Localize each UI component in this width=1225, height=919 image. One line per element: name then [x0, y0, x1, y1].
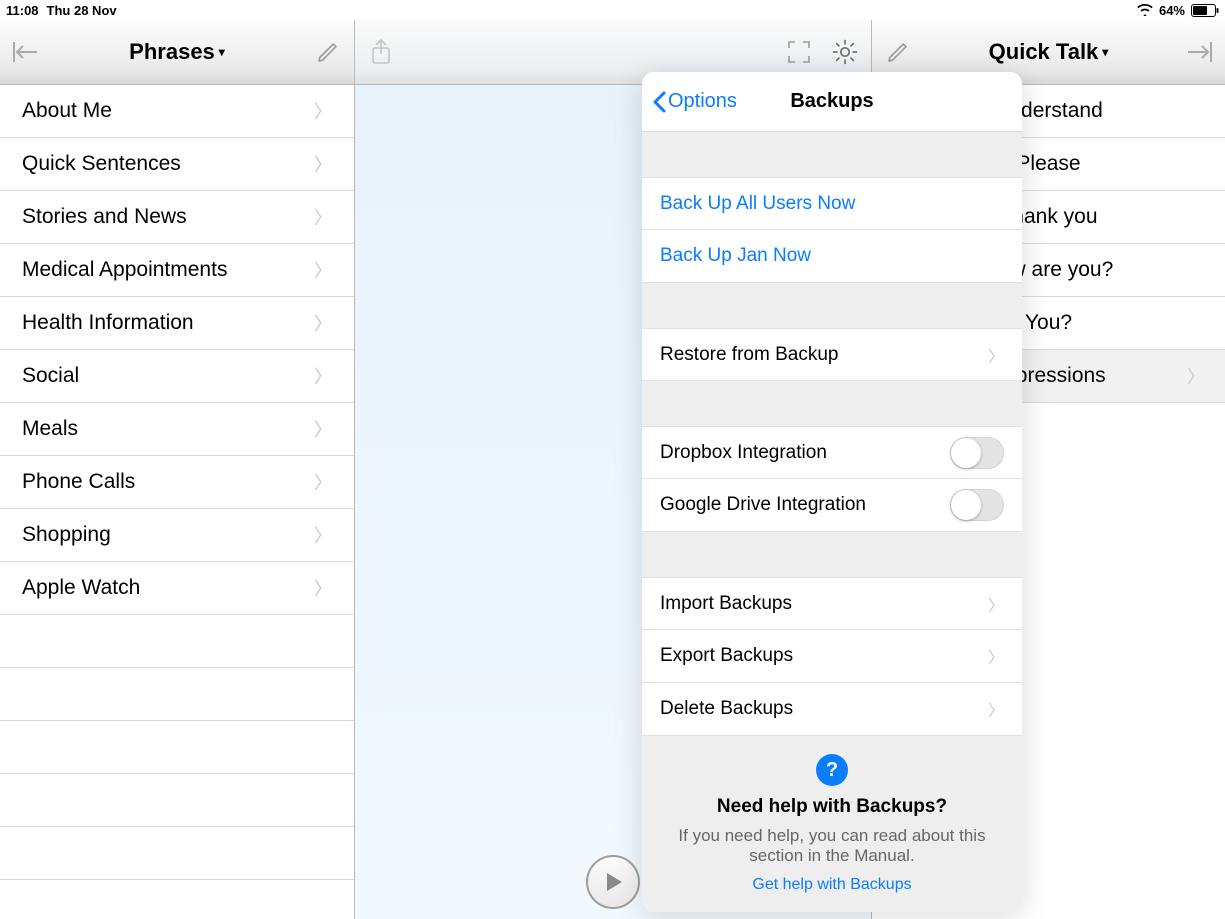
chevron-right-icon: 〉 [314, 204, 332, 230]
list-item-empty [0, 721, 354, 774]
popover-title: Backups [790, 90, 873, 113]
help-title: Need help with Backups? [662, 796, 1002, 818]
backups-popover: Options Backups Back Up All Users Now Ba… [642, 72, 1022, 912]
list-item-label: Apple Watch [22, 576, 140, 600]
chevron-right-icon: 〉 [314, 575, 332, 601]
list-item[interactable]: Shopping 〉 [0, 509, 354, 562]
chevron-right-icon: 〉 [314, 257, 332, 283]
import-backups-button[interactable]: Import Backups 〉 [642, 577, 1022, 630]
list-item[interactable]: Apple Watch 〉 [0, 562, 354, 615]
list-item[interactable]: Quick Sentences 〉 [0, 138, 354, 191]
status-date: Thu 28 Nov [47, 3, 117, 18]
list-item[interactable]: Meals 〉 [0, 403, 354, 456]
right-title-label: Quick Talk [989, 39, 1099, 65]
dropbox-toggle[interactable] [950, 437, 1004, 469]
back-button[interactable]: Options [652, 90, 737, 113]
help-icon: ? [816, 754, 848, 786]
status-time: 11:08 [6, 3, 39, 18]
list-item[interactable]: Medical Appointments 〉 [0, 244, 354, 297]
chevron-right-icon: 〉 [988, 697, 1004, 721]
left-toolbar: Phrases ▾ [0, 20, 354, 85]
chevron-right-icon: 〉 [314, 151, 332, 177]
export-backups-button[interactable]: Export Backups 〉 [642, 630, 1022, 683]
list-item-empty [0, 615, 354, 668]
list-item[interactable]: Stories and News 〉 [0, 191, 354, 244]
left-panel: Phrases ▾ About Me〉Quick Sentences〉Stori… [0, 20, 355, 919]
right-title-dropdown[interactable]: Quick Talk ▾ [989, 39, 1109, 65]
left-title-label: Phrases [129, 39, 215, 65]
expand-icon[interactable] [785, 38, 813, 66]
list-item-label: Please [1016, 152, 1080, 176]
battery-percent: 64% [1159, 3, 1185, 18]
chevron-right-icon: 〉 [314, 98, 332, 124]
chevron-right-icon: 〉 [314, 522, 332, 548]
list-item-label: Quick Sentences [22, 152, 181, 176]
list-item-label: Phone Calls [22, 470, 135, 494]
chevron-right-icon: 〉 [988, 644, 1004, 668]
collapse-left-icon[interactable] [12, 38, 40, 66]
chevron-right-icon: 〉 [314, 416, 332, 442]
collapse-right-icon[interactable] [1185, 38, 1213, 66]
list-item[interactable]: Health Information 〉 [0, 297, 354, 350]
list-item-label: Social [22, 364, 79, 388]
edit-icon[interactable] [314, 38, 342, 66]
chevron-right-icon: 〉 [988, 592, 1004, 616]
help-section: ? Need help with Backups? If you need he… [642, 736, 1022, 912]
chevron-right-icon: 〉 [988, 343, 1004, 367]
list-item-empty [0, 668, 354, 721]
gear-icon[interactable] [831, 38, 859, 66]
delete-backups-button[interactable]: Delete Backups 〉 [642, 683, 1022, 736]
status-bar: 11:08 Thu 28 Nov 64% [0, 0, 1225, 20]
list-item-label: Stories and News [22, 205, 187, 229]
list-item[interactable]: About Me 〉 [0, 85, 354, 138]
list-item-label: Health Information [22, 311, 194, 335]
phrases-list: About Me〉Quick Sentences〉Stories and New… [0, 85, 354, 880]
left-title-dropdown[interactable]: Phrases ▾ [129, 39, 225, 65]
list-item-label: Medical Appointments [22, 258, 227, 282]
back-label: Options [668, 90, 737, 113]
chevron-down-icon: ▾ [1102, 45, 1108, 59]
backup-all-users-button[interactable]: Back Up All Users Now [642, 177, 1022, 230]
chevron-down-icon: ▾ [219, 45, 225, 59]
list-item-label: You? [1025, 311, 1072, 335]
gdrive-toggle[interactable] [950, 489, 1004, 521]
chevron-right-icon: 〉 [314, 310, 332, 336]
share-icon[interactable] [367, 38, 395, 66]
backup-user-button[interactable]: Back Up Jan Now [642, 230, 1022, 283]
chevron-right-icon: 〉 [1187, 363, 1205, 389]
dropbox-toggle-row: Dropbox Integration [642, 426, 1022, 479]
list-item-label: About Me [22, 99, 112, 123]
list-item-label: Meals [22, 417, 78, 441]
chevron-right-icon: 〉 [314, 469, 332, 495]
restore-from-backup-button[interactable]: Restore from Backup 〉 [642, 328, 1022, 381]
list-item-label: Shopping [22, 523, 111, 547]
list-item-empty [0, 827, 354, 880]
list-item[interactable]: Phone Calls 〉 [0, 456, 354, 509]
wifi-icon [1137, 4, 1153, 16]
chevron-right-icon: 〉 [314, 363, 332, 389]
help-text: If you need help, you can read about thi… [662, 826, 1002, 866]
battery-icon [1191, 4, 1219, 17]
list-item[interactable]: Social 〉 [0, 350, 354, 403]
popover-header: Options Backups [642, 72, 1022, 132]
list-item-empty [0, 774, 354, 827]
help-link[interactable]: Get help with Backups [662, 876, 1002, 894]
gdrive-toggle-row: Google Drive Integration [642, 479, 1022, 532]
play-button[interactable] [586, 855, 640, 909]
edit-icon[interactable] [884, 38, 912, 66]
